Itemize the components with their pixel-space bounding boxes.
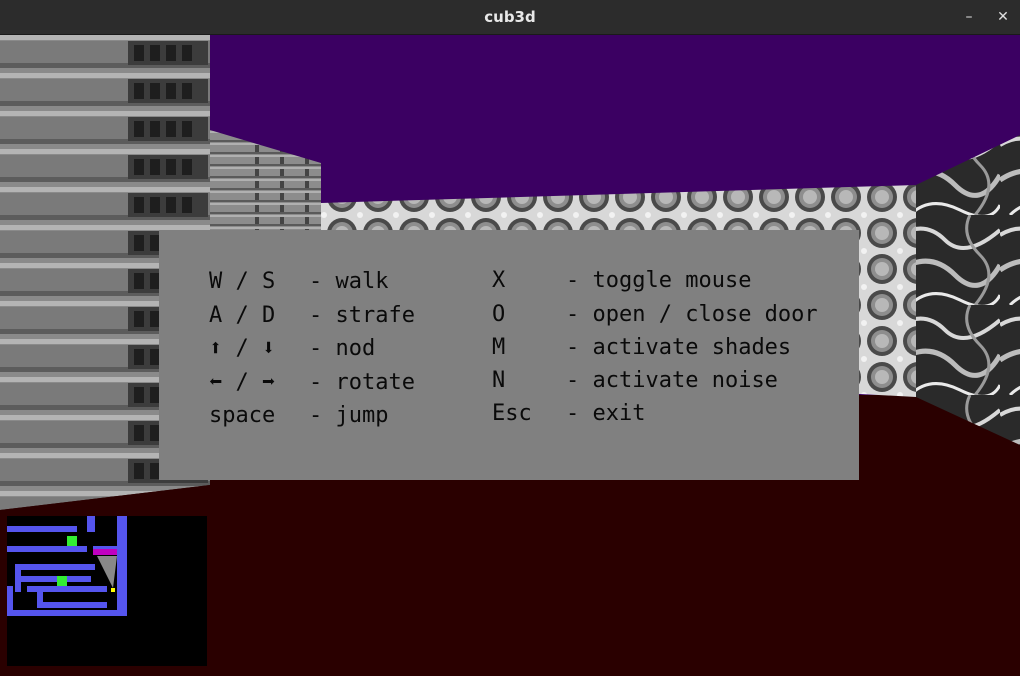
help-key-shades: M [492, 335, 506, 360]
minimap-player [111, 588, 115, 592]
help-action-label: exit [592, 401, 646, 426]
help-separator: - [566, 368, 580, 393]
minimap-door [93, 549, 117, 555]
help-separator: - [309, 269, 323, 294]
help-action-label: rotate [335, 370, 415, 395]
window-title: cub3d [484, 8, 536, 26]
game-window: cub3d – ✕ W / S - walk A / D - strafe ⬆ … [0, 0, 1020, 676]
help-key-walk: W / S [209, 269, 276, 294]
help-action-label: jump [335, 403, 389, 428]
help-action-jump: - jump [309, 403, 388, 429]
help-key-jump: space [209, 403, 276, 428]
help-key-rotate: ⬅ / ➡ [209, 370, 276, 395]
help-action-toggle-mouse: - toggle mouse [566, 268, 751, 294]
help-separator: - [566, 335, 580, 360]
help-key-door: O [492, 302, 506, 327]
help-action-strafe: - strafe [309, 303, 415, 329]
help-action-rotate: - rotate [309, 370, 415, 396]
help-action-label: activate shades [592, 335, 792, 360]
help-overlay: W / S - walk A / D - strafe ⬆ / ⬇ - nod … [159, 230, 859, 480]
help-separator: - [309, 403, 323, 428]
help-separator: - [566, 302, 580, 327]
minimap-marker [57, 576, 67, 586]
title-bar: cub3d – ✕ [0, 0, 1020, 35]
help-action-label: toggle mouse [592, 268, 752, 293]
help-action-exit: - exit [566, 401, 645, 427]
help-separator: - [309, 336, 323, 361]
help-key-strafe: A / D [209, 303, 276, 328]
help-action-label: strafe [335, 303, 415, 328]
minimap [7, 516, 207, 666]
help-action-label: nod [335, 336, 376, 361]
right-wall [916, 135, 1020, 445]
help-action-label: open / close door [592, 302, 818, 327]
help-action-label: walk [335, 269, 389, 294]
close-icon[interactable]: ✕ [986, 0, 1020, 34]
minimap-marker [67, 536, 77, 546]
help-key-exit: Esc [492, 401, 532, 426]
help-action-door: - open / close door [566, 302, 818, 328]
game-viewport[interactable]: W / S - walk A / D - strafe ⬆ / ⬇ - nod … [0, 35, 1020, 676]
help-key-noise: N [492, 368, 506, 393]
help-action-shades: - activate shades [566, 335, 791, 361]
help-action-walk: - walk [309, 269, 388, 295]
help-key-toggle-mouse: X [492, 268, 506, 293]
help-separator: - [566, 401, 580, 426]
help-action-noise: - activate noise [566, 368, 778, 394]
help-separator: - [309, 303, 323, 328]
minimize-icon[interactable]: – [952, 0, 986, 34]
help-action-label: activate noise [592, 368, 778, 393]
help-key-nod: ⬆ / ⬇ [209, 336, 276, 361]
help-separator: - [566, 268, 580, 293]
help-action-nod: - nod [309, 336, 375, 362]
help-separator: - [309, 370, 323, 395]
